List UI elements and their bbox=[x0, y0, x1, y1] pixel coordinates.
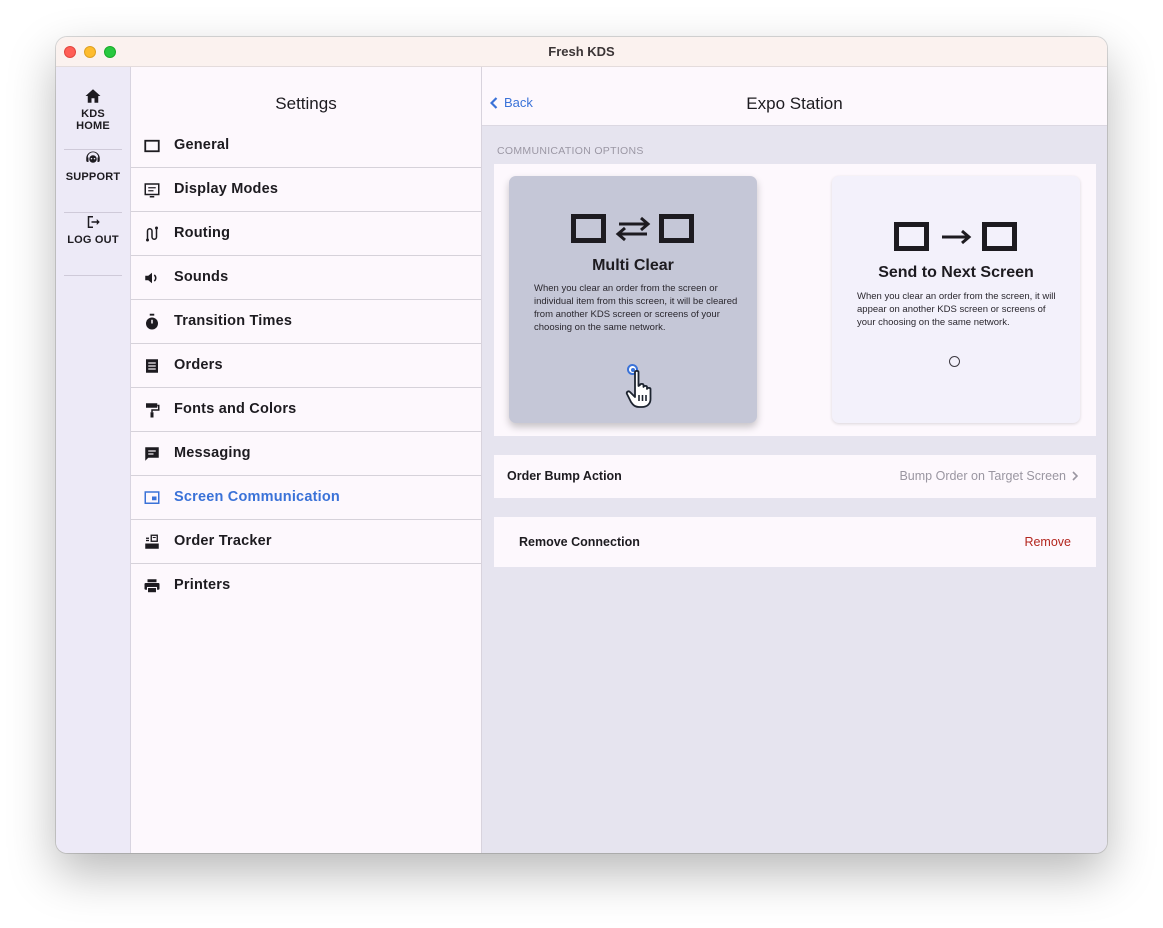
menu-item-label: Printers bbox=[174, 577, 231, 593]
menu-item-orders[interactable]: Orders bbox=[131, 344, 481, 388]
menu-item-routing[interactable]: Routing bbox=[131, 212, 481, 256]
menu-item-screen-communication[interactable]: Screen Communication bbox=[131, 476, 481, 520]
section-label: COMMUNICATION OPTIONS bbox=[497, 145, 644, 157]
rail-label-kds-home: KDS HOME bbox=[76, 108, 110, 132]
detail-title: Expo Station bbox=[746, 94, 843, 113]
menu-item-label: Order Tracker bbox=[174, 533, 272, 549]
routing-icon bbox=[146, 226, 158, 242]
stopwatch-icon bbox=[146, 313, 158, 330]
app-window: Fresh KDS KDS HOME SUPPORT LOG OUT Setti… bbox=[56, 37, 1107, 853]
order-bump-action-value-text: Bump Order on Target Screen bbox=[899, 469, 1066, 483]
chevron-right-icon bbox=[1072, 471, 1079, 481]
menu-item-fonts-and-colors[interactable]: Fonts and Colors bbox=[131, 388, 481, 432]
order-tracker-icon bbox=[145, 534, 159, 549]
rail-label-log-out: LOG OUT bbox=[67, 234, 119, 246]
two-way-arrows-icon bbox=[509, 214, 757, 249]
menu-item-label: Sounds bbox=[174, 269, 229, 285]
speaker-icon bbox=[145, 272, 157, 284]
remove-button[interactable]: Remove bbox=[1024, 535, 1071, 549]
menu-item-transition-times[interactable]: Transition Times bbox=[131, 300, 481, 344]
zoom-window-button[interactable] bbox=[104, 46, 116, 58]
menu-item-messaging[interactable]: Messaging bbox=[131, 432, 481, 476]
menu-item-label: Orders bbox=[174, 357, 223, 373]
left-rail: KDS HOME SUPPORT LOG OUT bbox=[56, 67, 131, 853]
menu-item-label: Routing bbox=[174, 225, 231, 241]
detail-pane: Back Expo Station COMMUNICATION OPTIONS bbox=[482, 67, 1107, 853]
order-bump-action-label: Order Bump Action bbox=[507, 469, 622, 483]
menu-item-sounds[interactable]: Sounds bbox=[131, 256, 481, 300]
home-icon bbox=[85, 89, 101, 103]
order-bump-action-row[interactable]: Order Bump Action Bump Order on Target S… bbox=[494, 455, 1096, 498]
menu-item-printers[interactable]: Printers bbox=[131, 564, 481, 607]
minimize-window-button[interactable] bbox=[84, 46, 96, 58]
radio-send-to-next-screen[interactable] bbox=[949, 356, 960, 367]
rail-item-support[interactable]: SUPPORT bbox=[64, 150, 122, 213]
menu-item-general[interactable]: General bbox=[131, 124, 481, 168]
window-title: Fresh KDS bbox=[548, 44, 615, 59]
order-bump-action-value: Bump Order on Target Screen bbox=[899, 469, 1079, 483]
remove-connection-row: Remove Connection Remove bbox=[494, 517, 1096, 567]
paint-roller-icon bbox=[146, 403, 160, 418]
option-title: Send to Next Screen bbox=[878, 264, 1034, 281]
option-description: When you clear an order from the screen,… bbox=[857, 291, 1056, 328]
display-modes-icon bbox=[144, 183, 160, 198]
general-icon bbox=[144, 139, 160, 153]
option-title: Multi Clear bbox=[592, 257, 674, 274]
rail-item-kds-home[interactable]: KDS HOME bbox=[64, 87, 122, 150]
remove-connection-label: Remove Connection bbox=[519, 535, 640, 549]
printer-icon bbox=[144, 579, 160, 594]
message-icon bbox=[145, 447, 159, 461]
menu-item-label: Messaging bbox=[174, 445, 251, 461]
option-card-send-to-next-screen[interactable]: Send to Next Screen When you clear an or… bbox=[832, 176, 1080, 423]
menu-item-label: Transition Times bbox=[174, 313, 293, 329]
support-icon bbox=[86, 151, 100, 163]
menu-item-label: Fonts and Colors bbox=[174, 401, 297, 417]
screen-communication-icon bbox=[144, 491, 160, 504]
menu-item-label: Display Modes bbox=[174, 181, 279, 197]
menu-item-label: Screen Communication bbox=[174, 489, 340, 505]
logout-icon bbox=[87, 216, 100, 228]
rail-item-log-out[interactable]: LOG OUT bbox=[64, 213, 122, 276]
settings-pane: Settings General Display Modes Routing S… bbox=[131, 67, 482, 853]
settings-title: Settings bbox=[275, 94, 337, 113]
menu-item-label: General bbox=[174, 137, 230, 153]
settings-menu: General Display Modes Routing Sounds Tra… bbox=[131, 124, 481, 607]
close-window-button[interactable] bbox=[64, 46, 76, 58]
title-bar: Fresh KDS bbox=[56, 37, 1107, 67]
menu-item-display-modes[interactable]: Display Modes bbox=[131, 168, 481, 212]
detail-header: Back Expo Station bbox=[482, 67, 1107, 126]
option-description: When you clear an order from the screen … bbox=[534, 283, 738, 333]
right-arrow-icon bbox=[832, 222, 1080, 257]
communication-options-panel: Multi Clear When you clear an order from… bbox=[494, 164, 1096, 436]
orders-icon bbox=[146, 359, 158, 373]
rail-label-support: SUPPORT bbox=[65, 171, 121, 183]
pointer-hand-icon bbox=[625, 369, 652, 408]
menu-item-order-tracker[interactable]: Order Tracker bbox=[131, 520, 481, 564]
